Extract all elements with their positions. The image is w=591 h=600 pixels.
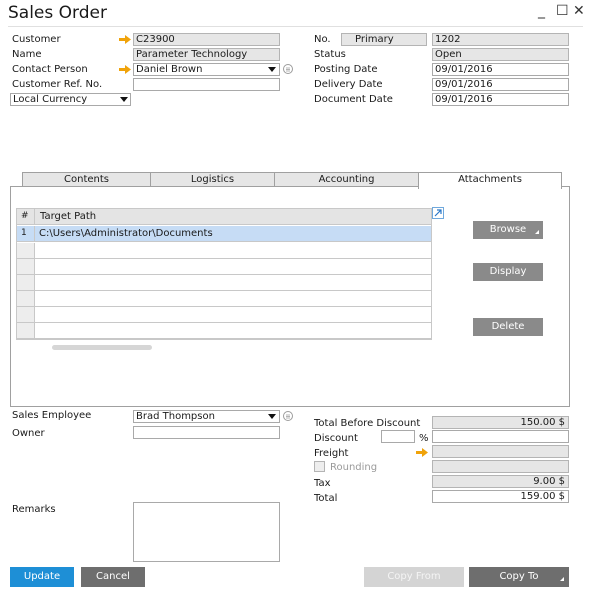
owner-field[interactable]: [133, 426, 280, 439]
status-label: Status: [314, 49, 346, 60]
remarks-label: Remarks: [12, 504, 56, 515]
currency-value: Local Currency: [13, 94, 88, 105]
document-date-field[interactable]: 09/01/2016: [432, 93, 569, 106]
posting-date-field[interactable]: 09/01/2016: [432, 63, 569, 76]
row-number: 1: [17, 226, 35, 241]
table-row[interactable]: 1 C:\Users\Administrator\Documents: [17, 226, 431, 242]
row-number: [17, 291, 35, 306]
status-field[interactable]: Open: [432, 48, 569, 61]
table-row[interactable]: [17, 243, 431, 259]
delivery-date-label: Delivery Date: [314, 79, 383, 90]
table-row[interactable]: [17, 259, 431, 275]
total-before-discount-field: 150.00 $: [432, 416, 569, 429]
freight-field: [432, 445, 569, 458]
browse-button[interactable]: Browse: [473, 221, 543, 239]
copy-from-button[interactable]: Copy From: [364, 567, 464, 587]
customer-field[interactable]: C23900: [133, 33, 280, 46]
name-label: Name: [12, 49, 42, 60]
remarks-textarea[interactable]: [133, 502, 280, 562]
cancel-button[interactable]: Cancel: [81, 567, 145, 587]
copy-to-button[interactable]: Copy To: [469, 567, 569, 587]
customer-link-arrow-icon[interactable]: [119, 35, 131, 44]
row-number: [17, 307, 35, 322]
tab-accounting[interactable]: Accounting: [274, 172, 419, 187]
horizontal-scrollbar[interactable]: [52, 345, 152, 350]
minimize-icon[interactable]: _: [538, 3, 545, 19]
browse-label: Browse: [489, 224, 527, 235]
grid-header: # Target Path: [17, 209, 431, 225]
table-row[interactable]: [17, 291, 431, 307]
sales-employee-value: Brad Thompson: [136, 411, 215, 422]
rounding-field: [432, 460, 569, 473]
rounding-checkbox[interactable]: [314, 461, 325, 472]
discount-label: Discount: [314, 433, 358, 444]
discount-amount-field[interactable]: [432, 430, 569, 443]
doc-number-field[interactable]: 1202: [432, 33, 569, 46]
percent-sign: %: [419, 433, 429, 444]
title-divider: [8, 26, 583, 27]
tax-label: Tax: [314, 478, 331, 489]
freight-label: Freight: [314, 448, 349, 459]
row-number: [17, 275, 35, 290]
total-before-discount-label: Total Before Discount: [314, 418, 421, 429]
row-number: [17, 243, 35, 258]
tab-logistics[interactable]: Logistics: [150, 172, 275, 187]
total-field: 159.00 $: [432, 490, 569, 503]
display-button[interactable]: Display: [473, 263, 543, 281]
col-path-header: Target Path: [40, 211, 97, 222]
series-field[interactable]: Primary: [341, 33, 427, 46]
customer-ref-field[interactable]: [133, 78, 280, 91]
row-path: C:\Users\Administrator\Documents: [39, 228, 213, 239]
delete-button[interactable]: Delete: [473, 318, 543, 336]
contact-dropdown-icon[interactable]: [268, 67, 276, 72]
table-row[interactable]: [17, 307, 431, 323]
contact-link-arrow-icon[interactable]: [119, 65, 131, 74]
tax-field: 9.00 $: [432, 475, 569, 488]
copy-to-menu-icon: [560, 577, 564, 581]
currency-select[interactable]: Local Currency: [10, 93, 131, 106]
expand-grid-icon[interactable]: [432, 207, 444, 219]
currency-dropdown-icon[interactable]: [120, 97, 128, 102]
customer-label: Customer: [12, 34, 61, 45]
col-divider: [34, 209, 35, 225]
discount-percent-field[interactable]: [381, 430, 415, 443]
update-button[interactable]: Update: [10, 567, 74, 587]
delivery-date-field[interactable]: 09/01/2016: [432, 78, 569, 91]
no-label: No.: [314, 34, 331, 45]
contact-person-label: Contact Person: [12, 64, 88, 75]
rounding-label: Rounding: [330, 462, 378, 473]
browse-menu-icon: [535, 230, 539, 234]
table-row[interactable]: [17, 275, 431, 291]
sales-employee-select[interactable]: Brad Thompson: [133, 410, 280, 423]
document-date-label: Document Date: [314, 94, 393, 105]
contact-person-value: Daniel Brown: [136, 64, 203, 75]
sales-employee-dropdown-icon[interactable]: [268, 414, 276, 419]
row-number: [17, 259, 35, 274]
window-title: Sales Order: [8, 3, 107, 23]
contact-details-icon[interactable]: [283, 64, 293, 74]
maximize-icon[interactable]: ☐: [556, 3, 569, 19]
name-field[interactable]: Parameter Technology: [133, 48, 280, 61]
copy-to-label: Copy To: [499, 571, 539, 582]
customer-ref-label: Customer Ref. No.: [12, 79, 103, 90]
col-num-header: #: [21, 211, 29, 221]
owner-label: Owner: [12, 428, 45, 439]
sales-employee-details-icon[interactable]: [283, 411, 293, 421]
contact-person-select[interactable]: Daniel Brown: [133, 63, 280, 76]
freight-link-arrow-icon[interactable]: [416, 448, 428, 457]
row-number: [17, 323, 35, 338]
table-row[interactable]: [17, 323, 431, 339]
sales-employee-label: Sales Employee: [12, 410, 92, 421]
total-label: Total: [314, 493, 338, 504]
close-icon[interactable]: ✕: [573, 3, 585, 19]
posting-date-label: Posting Date: [314, 64, 378, 75]
tab-contents[interactable]: Contents: [22, 172, 151, 187]
